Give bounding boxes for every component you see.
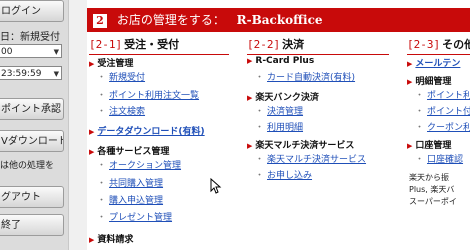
link-new-order[interactable]: ・新規受付 xyxy=(97,70,145,83)
section-heading: [2-3] その他 xyxy=(407,36,470,52)
link-account-check[interactable]: ・口座確認 xyxy=(415,152,463,165)
section-code: [2-3] xyxy=(407,38,441,51)
link-point-usage[interactable]: ・ポイント利 xyxy=(415,88,470,101)
link-present-management[interactable]: ・プレゼント管理 xyxy=(97,210,172,223)
date-select[interactable]: 00 ▼ xyxy=(0,44,62,58)
group-data-download[interactable]: データダウンロード(有料) xyxy=(89,124,204,137)
exit-button[interactable]: 終了 xyxy=(0,214,64,236)
section-code: [2-1] xyxy=(89,38,123,51)
link-usage-details[interactable]: ・利用明細 xyxy=(255,120,303,133)
section-number-badge: 2 xyxy=(93,14,107,28)
logout-button[interactable]: グアウト xyxy=(0,186,64,208)
section-rule xyxy=(407,54,470,55)
chevron-down-icon: ▼ xyxy=(53,70,59,78)
section-name: 決済 xyxy=(282,38,305,51)
login-button[interactable]: ログイン xyxy=(0,0,64,22)
gutter xyxy=(68,0,87,250)
column-orders: [2-1] 受注・受付 xyxy=(89,36,229,55)
left-sidebar: ログイン 日：新規受付 00 ▼ 23:59:59 ▼ ポイント承認 Vダウンロ… xyxy=(0,0,68,250)
group-service-management: 各種サービス管理 xyxy=(89,144,169,157)
group-account-management: 口座管理 xyxy=(407,138,451,151)
group-rcard-plus: R-Card Plus xyxy=(247,56,314,66)
group-order-management: 受注管理 xyxy=(89,56,133,69)
column-payment: [2-2] 決済 xyxy=(247,36,389,55)
link-order-search[interactable]: ・注文検索 xyxy=(97,104,145,117)
section-heading: [2-1] 受注・受付 xyxy=(89,36,229,52)
link-coupon-usage[interactable]: ・クーポン利 xyxy=(415,120,470,133)
group-mail-ten[interactable]: メールテン xyxy=(407,56,460,69)
time-select[interactable]: 23:59:59 ▼ xyxy=(0,66,62,80)
group-rakuten-bank: 楽天バンク決済 xyxy=(247,90,318,103)
mouse-pointer-icon xyxy=(210,178,222,194)
section-name: その他 xyxy=(442,38,470,51)
link-apply[interactable]: ・お申し込み xyxy=(255,168,312,181)
section-rule xyxy=(247,54,389,55)
brand-name: R-Backoffice xyxy=(236,13,323,27)
page-header: 2 お店の管理をする： R-Backoffice xyxy=(87,8,470,32)
page-title: お店の管理をする： xyxy=(116,13,225,27)
date-select-value: 00 xyxy=(1,47,13,57)
section-heading: [2-2] 決済 xyxy=(247,36,389,52)
link-point-order-list[interactable]: ・ポイント利用注文一覧 xyxy=(97,88,199,101)
group-statement-management: 明細管理 xyxy=(407,74,451,87)
note-line: 楽天から振 xyxy=(409,173,449,182)
note-line: Plus, 楽天バ xyxy=(409,185,455,194)
point-approval-button[interactable]: ポイント承認 xyxy=(0,98,64,120)
link-payment-management[interactable]: ・決済管理 xyxy=(255,104,303,117)
section-code: [2-2] xyxy=(247,38,281,51)
link-multi-payment-service[interactable]: ・楽天マルチ決済サービス xyxy=(255,152,366,165)
link-purchase-request-management[interactable]: ・購入申込管理 xyxy=(97,193,163,206)
note-line: スーパーポイ xyxy=(409,197,457,206)
section-rule xyxy=(89,54,229,55)
group-document-request: 資料請求 xyxy=(89,232,133,245)
download-button[interactable]: Vダウンロード xyxy=(0,130,64,152)
column-other: [2-3] その他 xyxy=(407,36,470,55)
sidebar-note: は他の処理を xyxy=(0,161,55,171)
group-rakuten-multi-payment: 楽天マルチ決済サービス xyxy=(247,138,354,151)
link-card-auto-payment[interactable]: ・カード自動決済(有料) xyxy=(255,70,355,83)
link-auction-management[interactable]: ・オークション管理 xyxy=(97,158,181,171)
new-order-date-label: 日：新規受付 xyxy=(0,32,60,43)
section-name: 受注・受付 xyxy=(124,38,180,51)
chevron-down-icon: ▼ xyxy=(53,48,59,56)
main-panel: 2 お店の管理をする： R-Backoffice [2-1]受注・受付 受注管理… xyxy=(87,0,470,250)
time-select-value: 23:59:59 xyxy=(1,69,42,79)
link-group-buy-management[interactable]: ・共同購入管理 xyxy=(97,176,163,189)
link-point-grant[interactable]: ・ポイント付与 xyxy=(415,104,470,117)
